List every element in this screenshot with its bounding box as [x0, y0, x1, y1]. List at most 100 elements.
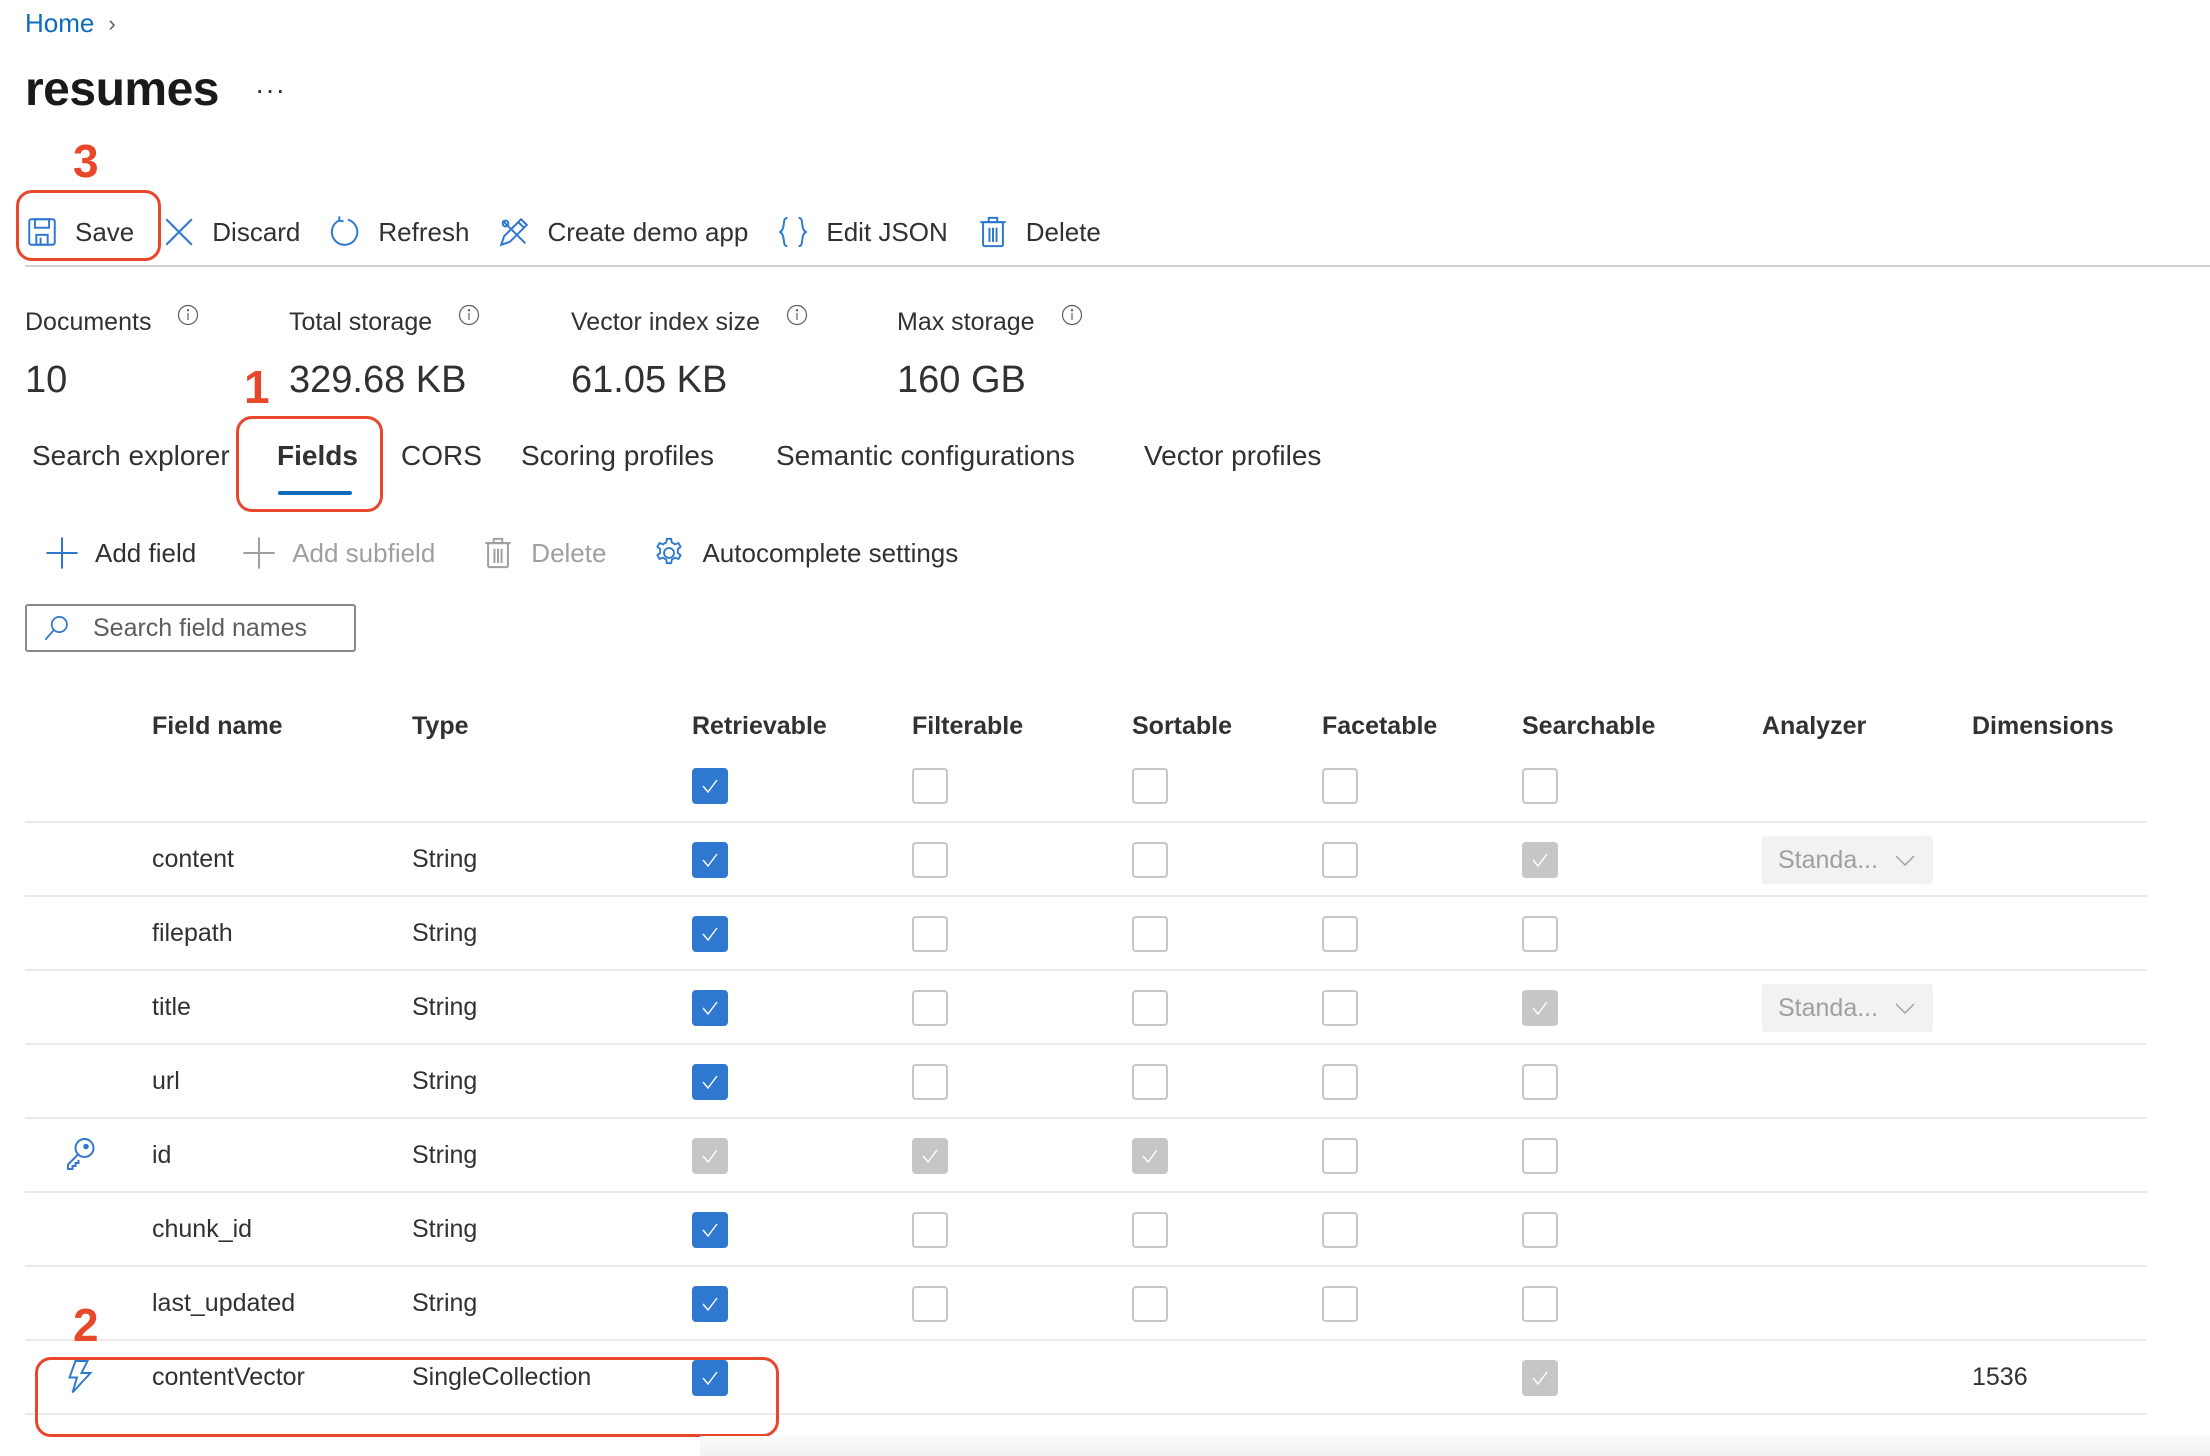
field-type-cell: String	[412, 1215, 478, 1243]
sortable-checkbox[interactable]	[1132, 1212, 1168, 1248]
braces-icon	[778, 216, 808, 248]
field-name-cell[interactable]: content	[152, 845, 234, 874]
header-sortable[interactable]: Sortable	[1132, 712, 1232, 741]
facetable-checkbox[interactable]	[1322, 1212, 1358, 1248]
tab-semantic-configurations[interactable]: Semantic configurations	[776, 440, 1075, 472]
searchable-checkbox[interactable]	[1522, 1286, 1558, 1322]
info-icon[interactable]	[786, 304, 808, 326]
delete-index-button[interactable]: Delete	[976, 215, 1101, 249]
retrievable-checkbox[interactable]	[692, 1212, 728, 1248]
facetable-checkbox[interactable]	[1322, 990, 1358, 1026]
searchable-checkbox[interactable]	[1522, 1360, 1558, 1396]
tab-vector-profiles[interactable]: Vector profiles	[1144, 440, 1321, 472]
filterable-checkbox[interactable]	[912, 1064, 948, 1100]
edit-json-label: Edit JSON	[826, 216, 948, 247]
sortable-checkbox[interactable]	[1132, 1138, 1168, 1174]
stat-value: 10	[25, 359, 68, 401]
retrievable-checkbox[interactable]	[692, 1286, 728, 1322]
field-name-cell[interactable]: last_updated	[152, 1289, 295, 1318]
create-demo-app-button[interactable]: Create demo app	[497, 215, 748, 249]
row-divider	[25, 1043, 2147, 1045]
header-dimensions[interactable]: Dimensions	[1972, 712, 2114, 741]
retrievable-checkbox[interactable]	[692, 1138, 728, 1174]
header-searchable[interactable]: Searchable	[1522, 712, 1655, 741]
searchable-checkbox[interactable]	[1522, 1212, 1558, 1248]
tab-cors[interactable]: CORS	[401, 440, 482, 472]
searchable-checkbox[interactable]	[1522, 916, 1558, 952]
searchable-checkbox[interactable]	[1522, 842, 1558, 878]
field-name-cell[interactable]: filepath	[152, 919, 233, 948]
field-name-cell[interactable]: title	[152, 993, 191, 1022]
field-name-cell[interactable]: id	[152, 1141, 171, 1170]
filterable-checkbox[interactable]	[912, 1212, 948, 1248]
select-all-sortable-checkbox[interactable]	[1132, 768, 1168, 804]
row-divider	[25, 1339, 2147, 1341]
filterable-checkbox[interactable]	[912, 1138, 948, 1174]
discard-button[interactable]: Discard	[162, 215, 300, 249]
delete-field-button[interactable]: Delete	[481, 536, 606, 570]
header-facetable[interactable]: Facetable	[1322, 712, 1437, 741]
field-type-cell: String	[412, 1289, 478, 1317]
header-filterable[interactable]: Filterable	[912, 712, 1023, 741]
select-all-filterable-checkbox[interactable]	[912, 768, 948, 804]
filterable-checkbox[interactable]	[912, 990, 948, 1026]
header-retrievable[interactable]: Retrievable	[692, 712, 827, 741]
searchable-checkbox[interactable]	[1522, 1064, 1558, 1100]
field-name-cell[interactable]: chunk_id	[152, 1215, 252, 1244]
refresh-icon	[331, 216, 359, 246]
add-field-label: Add field	[95, 537, 197, 568]
sortable-checkbox[interactable]	[1132, 990, 1168, 1026]
add-field-button[interactable]: Add field	[45, 536, 196, 570]
filterable-checkbox[interactable]	[912, 916, 948, 952]
field-name-cell[interactable]: url	[152, 1067, 180, 1096]
facetable-checkbox[interactable]	[1322, 1138, 1358, 1174]
searchable-checkbox[interactable]	[1522, 990, 1558, 1026]
row-divider	[25, 895, 2147, 897]
retrievable-checkbox[interactable]	[692, 1064, 728, 1100]
retrievable-checkbox[interactable]	[692, 842, 728, 878]
breadcrumb-home-link[interactable]: Home	[25, 8, 94, 39]
chevron-down-icon	[1895, 1003, 1915, 1014]
retrievable-checkbox[interactable]	[692, 990, 728, 1026]
edit-json-button[interactable]: Edit JSON	[776, 215, 948, 249]
filterable-checkbox[interactable]	[912, 1286, 948, 1322]
info-icon[interactable]	[458, 304, 480, 326]
header-type[interactable]: Type	[412, 712, 469, 741]
more-options-button[interactable]: ···	[255, 74, 286, 106]
add-subfield-button[interactable]: Add subfield	[242, 536, 435, 570]
sortable-checkbox[interactable]	[1132, 1286, 1168, 1322]
trash-icon	[485, 537, 512, 569]
stat-value: 329.68 KB	[289, 359, 467, 401]
refresh-button[interactable]: Refresh	[328, 215, 469, 249]
tab-search-explorer[interactable]: Search explorer	[32, 440, 230, 472]
header-analyzer[interactable]: Analyzer	[1762, 712, 1866, 741]
info-icon[interactable]	[1061, 304, 1083, 326]
sortable-checkbox[interactable]	[1132, 842, 1168, 878]
header-field-name[interactable]: Field name	[152, 712, 283, 741]
plus-icon	[46, 537, 78, 569]
facetable-checkbox[interactable]	[1322, 842, 1358, 878]
tab-scoring-profiles[interactable]: Scoring profiles	[521, 440, 714, 472]
sortable-checkbox[interactable]	[1132, 916, 1168, 952]
add-subfield-label: Add subfield	[292, 537, 436, 568]
chevron-down-icon	[1895, 855, 1915, 866]
select-all-searchable-checkbox[interactable]	[1522, 768, 1558, 804]
autocomplete-settings-button[interactable]: Autocomplete settings	[652, 536, 958, 570]
facetable-checkbox[interactable]	[1322, 916, 1358, 952]
info-icon[interactable]	[177, 304, 199, 326]
annotation-box-content-vector	[35, 1357, 779, 1437]
row-divider	[25, 1265, 2147, 1267]
filterable-checkbox[interactable]	[912, 842, 948, 878]
search-field-names[interactable]	[25, 604, 356, 652]
analyzer-dropdown[interactable]: Standa...	[1762, 836, 1933, 884]
facetable-checkbox[interactable]	[1322, 1064, 1358, 1100]
search-input[interactable]	[93, 613, 333, 643]
analyzer-dropdown[interactable]: Standa...	[1762, 984, 1933, 1032]
select-all-facetable-checkbox[interactable]	[1322, 768, 1358, 804]
select-all-retrievable-checkbox[interactable]	[692, 768, 728, 804]
searchable-checkbox[interactable]	[1522, 1138, 1558, 1174]
retrievable-checkbox[interactable]	[692, 916, 728, 952]
autocomplete-settings-label: Autocomplete settings	[702, 537, 959, 568]
sortable-checkbox[interactable]	[1132, 1064, 1168, 1100]
facetable-checkbox[interactable]	[1322, 1286, 1358, 1322]
